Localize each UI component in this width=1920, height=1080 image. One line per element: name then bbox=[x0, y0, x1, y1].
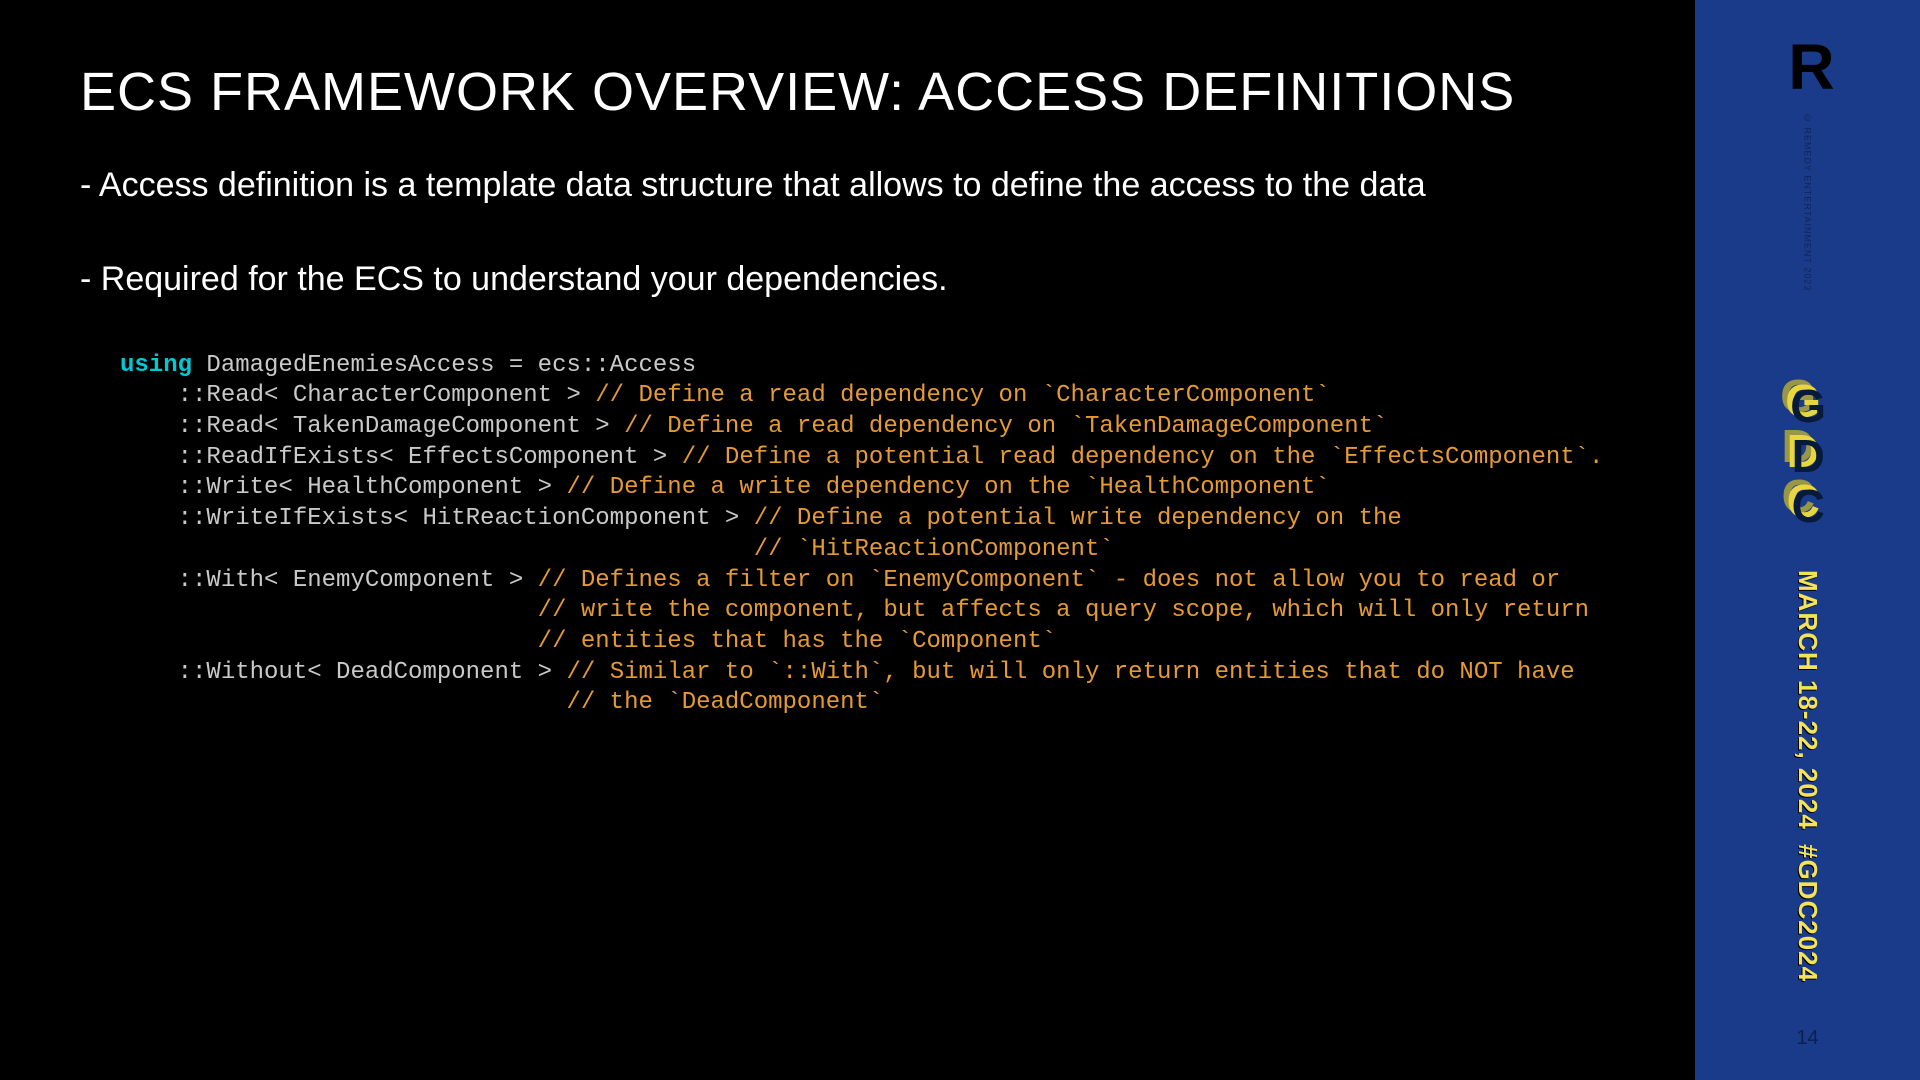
gdc-block: GDC GDC GDC MARCH 18-22, 2024 #GDC2024 bbox=[1695, 380, 1920, 982]
code-l3: ::Read< TakenDamageComponent > bbox=[120, 413, 624, 440]
slide-main: ECS FRAMEWORK OVERVIEW: ACCESS DEFINITIO… bbox=[0, 0, 1695, 1080]
code-l8: ::Without< DeadComponent > bbox=[120, 659, 566, 686]
bullet-1: - Access definition is a template data s… bbox=[80, 163, 1615, 209]
slide-title: ECS FRAMEWORK OVERVIEW: ACCESS DEFINITIO… bbox=[80, 60, 1615, 125]
remedy-logo: R bbox=[1788, 42, 1826, 93]
code-l8c: // Similar to `::With`, but will only re… bbox=[566, 659, 1574, 686]
code-l6c: // Define a potential write dependency o… bbox=[754, 505, 1402, 532]
code-l5c: // Define a write dependency on the `Hea… bbox=[566, 474, 1329, 501]
copyright-text: © REMEDY ENTERTAINMENT 2023 bbox=[1803, 113, 1813, 291]
page-number: 14 bbox=[1695, 1027, 1920, 1050]
code-l7c: // Defines a filter on `EnemyComponent` … bbox=[538, 567, 1561, 594]
code-l7e: // entities that has the `Component` bbox=[120, 628, 1056, 655]
gdc-date: MARCH 18-22, 2024 bbox=[1792, 570, 1823, 830]
code-keyword: using bbox=[120, 352, 192, 379]
code-l2c: // Define a read dependency on `Characte… bbox=[595, 382, 1330, 409]
code-l1: DamagedEnemiesAccess = ecs::Access bbox=[192, 352, 696, 379]
code-l6: ::WriteIfExists< HitReactionComponent > bbox=[120, 505, 754, 532]
code-l6d: // `HitReactionComponent` bbox=[120, 536, 1114, 563]
code-l2: ::Read< CharacterComponent > bbox=[120, 382, 595, 409]
code-l3c: // Define a read dependency on `TakenDam… bbox=[624, 413, 1387, 440]
code-l8d: // the `DeadComponent` bbox=[120, 689, 883, 716]
slide: ECS FRAMEWORK OVERVIEW: ACCESS DEFINITIO… bbox=[0, 0, 1920, 1080]
gdc-hash: #GDC2024 bbox=[1792, 844, 1823, 982]
code-l7: ::With< EnemyComponent > bbox=[120, 567, 538, 594]
code-l7d: // write the component, but affects a qu… bbox=[120, 597, 1589, 624]
code-l4: ::ReadIfExists< EffectsComponent > bbox=[120, 444, 682, 471]
sidebar: R © REMEDY ENTERTAINMENT 2023 GDC GDC GD… bbox=[1695, 0, 1920, 1080]
bullet-2: - Required for the ECS to understand you… bbox=[80, 257, 1615, 303]
code-block: using DamagedEnemiesAccess = ecs::Access… bbox=[120, 351, 1615, 720]
code-l4c: // Define a potential read dependency on… bbox=[682, 444, 1604, 471]
code-l5: ::Write< HealthComponent > bbox=[120, 474, 566, 501]
gdc-logo: GDC GDC GDC bbox=[1787, 380, 1828, 530]
